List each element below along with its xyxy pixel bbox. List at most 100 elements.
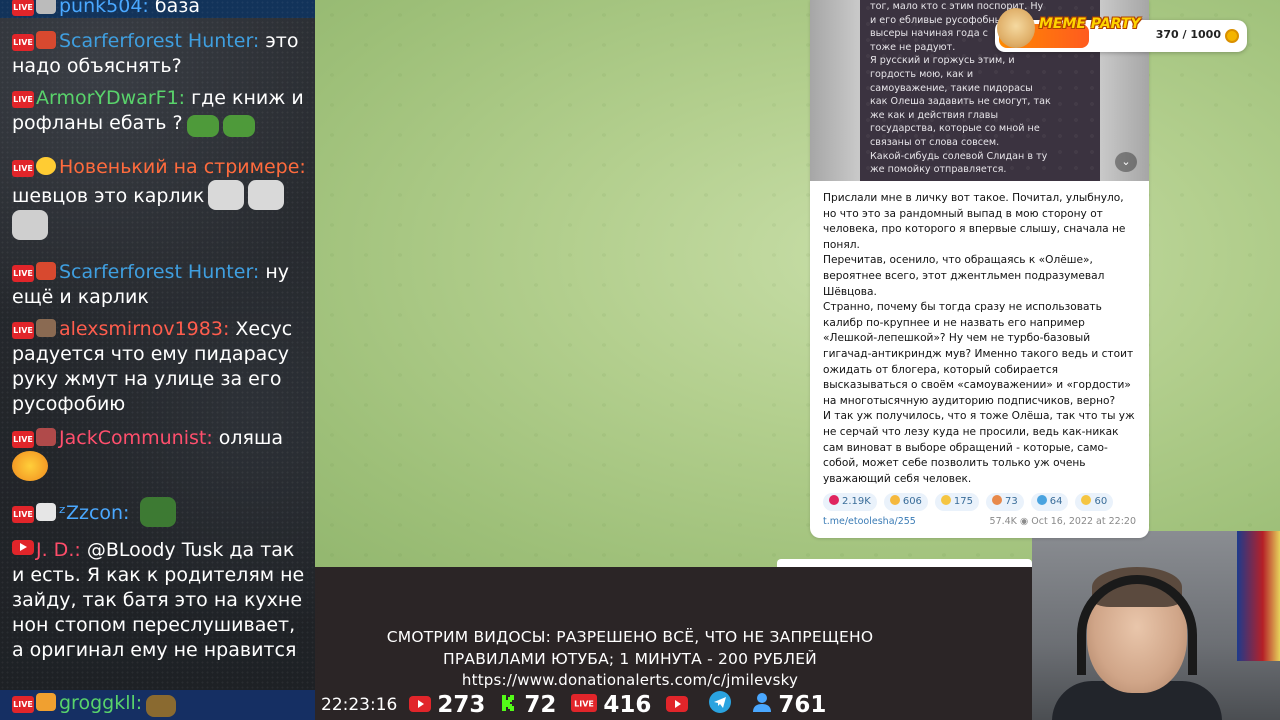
telegram-post: тог, мало кто с этим поспорит. Ну и его … bbox=[810, 0, 1149, 538]
live-badge-icon: LIVE bbox=[12, 431, 34, 448]
live-badge-icon: LIVE bbox=[12, 0, 34, 16]
views-count: 57.4K bbox=[989, 516, 1017, 527]
youtube-count: 273 bbox=[437, 692, 486, 718]
chat-message: LIVE Новенький на стримере: шевцов это ка… bbox=[12, 155, 308, 240]
chat-panel: LIVE punk504: база LIVE Scarferforest Hunt… bbox=[0, 0, 315, 690]
youtube-badge-icon bbox=[12, 540, 34, 555]
announcement-line: ПРАВИЛАМИ ЮТУБА; 1 МИНУТА - 200 РУБЛЕЙ bbox=[443, 649, 817, 668]
chat-nick: Scarferforest Hunter: bbox=[59, 30, 260, 52]
chat-message: LIVE Scarferforest Hunter: это надо объяс… bbox=[12, 29, 308, 79]
meme-party-widget: MEME PARTY 370 / 1000 bbox=[995, 8, 1247, 52]
youtube-icon bbox=[409, 692, 432, 718]
reaction-count: 2.19K bbox=[842, 496, 871, 507]
emote-icon bbox=[146, 695, 177, 717]
youtube-icon bbox=[666, 692, 689, 718]
stream-stats: 22:23:16 273 72 LIVE 416 761 bbox=[315, 690, 840, 720]
face-emote-icon bbox=[12, 210, 48, 240]
thumbsup-icon bbox=[1081, 495, 1092, 505]
kick-viewers: 72 bbox=[500, 692, 556, 718]
live-count: 416 bbox=[603, 692, 652, 718]
chevron-down-icon[interactable]: ⌄ bbox=[1115, 152, 1137, 172]
donation-link[interactable]: https://www.donationalerts.com/c/jmilevs… bbox=[315, 670, 945, 692]
reactions-row: 2.19K 606 175 73 64 60 bbox=[823, 493, 1143, 511]
chat-nick: Scarferforest Hunter: bbox=[59, 261, 260, 283]
frog-emote-icon bbox=[222, 115, 255, 137]
live-icon: LIVE bbox=[571, 692, 598, 718]
chat-last-line: LIVE groggkll: bbox=[0, 690, 315, 720]
webcam-feed bbox=[1032, 531, 1280, 720]
live-badge-icon: LIVE bbox=[12, 322, 34, 339]
avatar bbox=[36, 319, 56, 337]
chat-text: оляша bbox=[218, 427, 283, 449]
total-viewers: 761 bbox=[752, 692, 826, 718]
coin-icon bbox=[1225, 29, 1239, 43]
chat-text: шевцов это карлик bbox=[12, 185, 205, 207]
telegram-link bbox=[709, 691, 737, 719]
reaction-thumbsup[interactable]: 60 bbox=[1075, 493, 1114, 511]
youtube-viewers: 273 bbox=[409, 692, 485, 718]
chat-nick: JackCommunist: bbox=[59, 427, 213, 449]
grin-icon bbox=[940, 495, 951, 505]
heart-icon bbox=[829, 495, 839, 505]
chat-nick: J. D.: bbox=[36, 539, 81, 561]
avatar bbox=[36, 503, 56, 521]
avatar bbox=[36, 157, 56, 175]
post-date: Oct 16, 2022 at 22:20 bbox=[1031, 516, 1136, 527]
chat-nick: alexsmirnov1983: bbox=[59, 318, 230, 340]
live-badge-icon: LIVE bbox=[12, 91, 34, 108]
frog-emote-icon bbox=[139, 497, 176, 527]
hotdog-icon bbox=[992, 495, 1003, 505]
chat-nick: Новенький на стримере: bbox=[59, 156, 306, 178]
announcement-line: СМОТРИМ ВИДОСЫ: РАЗРЕШЕНО ВСЁ, ЧТО НЕ ЗА… bbox=[386, 628, 874, 646]
live-badge-icon: LIVE bbox=[12, 160, 34, 177]
post-meta: 57.4K ◉ Oct 16, 2022 at 22:20 bbox=[990, 516, 1136, 527]
chat-message: LIVE JackCommunist: оляша bbox=[12, 426, 308, 481]
chat-message: LIVE groggkll: bbox=[12, 691, 177, 717]
live-badge-icon: LIVE bbox=[12, 696, 34, 713]
chat-message: LIVE ᶻZzcon: bbox=[12, 497, 308, 527]
face-emote-icon bbox=[248, 180, 285, 210]
reaction-hotdog[interactable]: 73 bbox=[986, 493, 1024, 511]
meme-party-title: MEME PARTY bbox=[1039, 16, 1141, 32]
reaction-whale[interactable]: 64 bbox=[1030, 493, 1069, 511]
chat-message: LIVE ArmorYDwarF1: где книж и рофланы еба… bbox=[12, 86, 308, 137]
reaction-count: 64 bbox=[1049, 496, 1063, 507]
reaction-count: 175 bbox=[953, 496, 974, 507]
kick-count: 72 bbox=[524, 692, 557, 718]
avatar bbox=[36, 428, 56, 446]
status-bar: LIVE groggkll: 22:23:16 273 72 LIVE 416 7… bbox=[0, 690, 1032, 720]
live-badge-icon: LIVE bbox=[12, 34, 34, 51]
reaction-heart[interactable]: 2.19K bbox=[823, 493, 877, 511]
kick-icon bbox=[500, 692, 518, 718]
live-badge-icon: LIVE bbox=[12, 265, 34, 282]
meme-progress-text: 370 / 1000 bbox=[1155, 28, 1221, 41]
avatar bbox=[36, 262, 56, 280]
post-link[interactable]: t.me/etoolesha/255 bbox=[823, 516, 916, 527]
chat-nick: ArmorYDwarF1: bbox=[36, 87, 186, 109]
chat-message: J. D.: @BLoody Tusk да так и есть. Я как… bbox=[12, 538, 308, 663]
chat-nick: ᶻZzcon: bbox=[59, 502, 130, 524]
chat-message: LIVE Scarferforest Hunter: ну ещё и карли… bbox=[12, 260, 308, 310]
eye-icon: ◉ bbox=[1019, 516, 1029, 527]
user-icon bbox=[752, 692, 772, 718]
chat-nick: groggkll: bbox=[59, 692, 143, 714]
live-viewers: LIVE 416 bbox=[571, 692, 651, 718]
chat-nick: punk504: bbox=[59, 0, 149, 17]
svg-text:LIVE: LIVE bbox=[575, 700, 595, 709]
laugh-icon bbox=[889, 495, 900, 505]
reaction-grin[interactable]: 175 bbox=[934, 493, 980, 511]
reaction-laugh[interactable]: 606 bbox=[883, 493, 928, 511]
avatar bbox=[36, 0, 56, 14]
chat-message: LIVE punk504: база bbox=[12, 0, 308, 19]
emoji-face-icon bbox=[12, 451, 48, 481]
reaction-count: 73 bbox=[1005, 496, 1018, 507]
avatar bbox=[36, 693, 56, 711]
post-text: Прислали мне в личку вот такое. Почитал,… bbox=[823, 192, 1135, 485]
frog-emote-icon bbox=[186, 115, 219, 137]
youtube-link bbox=[666, 692, 694, 718]
live-badge-icon: LIVE bbox=[12, 506, 34, 523]
announcement-text: СМОТРИМ ВИДОСЫ: РАЗРЕШЕНО ВСЁ, ЧТО НЕ ЗА… bbox=[315, 627, 945, 692]
background-flag bbox=[1237, 531, 1280, 661]
reaction-count: 60 bbox=[1094, 496, 1108, 507]
next-post-edge bbox=[777, 559, 1032, 567]
